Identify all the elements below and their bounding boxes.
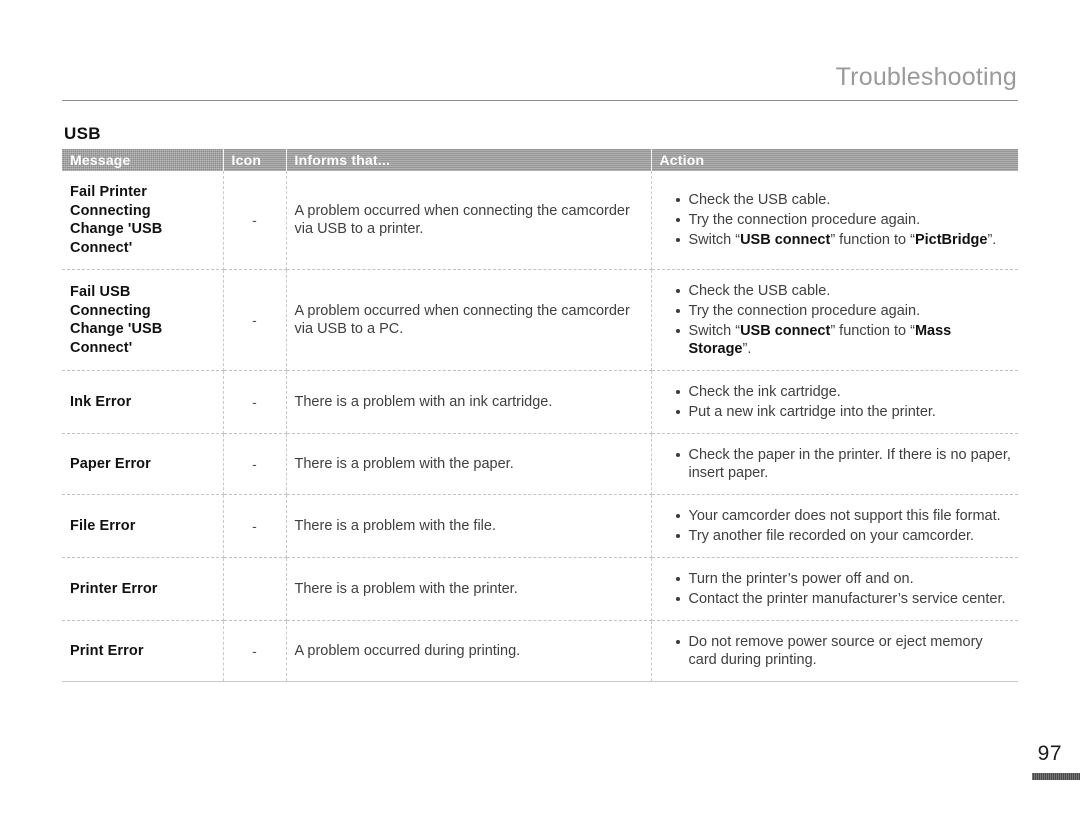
- cell-action: Check the ink cartridge. Put a new ink ca…: [651, 370, 1018, 434]
- action-item: Your camcorder does not support this fil…: [675, 507, 1013, 525]
- action-item: Contact the printer manufacturer’s servi…: [675, 590, 1013, 608]
- page-number: 97: [1037, 742, 1062, 765]
- table-row: Printer Error There is a problem with the…: [62, 557, 1018, 621]
- action-item: Try the connection procedure again.: [675, 211, 1013, 229]
- action-list: Check the USB cable. Try the connection p…: [652, 282, 1013, 358]
- cell-action: Check the USB cable. Try the connection p…: [651, 171, 1018, 270]
- action-item: Do not remove power source or eject memo…: [675, 633, 1013, 669]
- cell-informs: There is a problem with the paper.: [286, 433, 652, 495]
- cell-action: Check the paper in the printer. If there…: [651, 433, 1018, 495]
- cell-icon: -: [223, 494, 287, 558]
- cell-message: Fail USB Connecting Change 'USB Connect': [62, 269, 224, 371]
- cell-message: Paper Error: [62, 433, 224, 495]
- action-list: Check the USB cable. Try the connection p…: [652, 191, 1013, 249]
- cell-icon: -: [223, 620, 287, 682]
- column-header-icon: Icon: [223, 149, 287, 171]
- cell-informs: A problem occurred when connecting the c…: [286, 269, 652, 371]
- page-edge-marker: [1032, 773, 1080, 780]
- cell-message: Ink Error: [62, 370, 224, 434]
- action-item: Try another file recorded on your camcor…: [675, 527, 1013, 545]
- header-divider: [62, 100, 1018, 101]
- cell-icon: -: [223, 269, 287, 371]
- action-item: Check the ink cartridge.: [675, 383, 1013, 401]
- action-item: Switch “USB connect” function to “Mass S…: [675, 322, 1013, 358]
- cell-icon: -: [223, 370, 287, 434]
- action-item: Check the paper in the printer. If there…: [675, 446, 1013, 482]
- table-header: Message Icon Informs that... Action: [62, 149, 1018, 171]
- cell-message: Fail Printer Connecting Change 'USB Connect…: [62, 171, 224, 270]
- action-item: Put a new ink cartridge into the printer…: [675, 403, 1013, 421]
- action-list: Turn the printer’s power off and on. Cont…: [652, 570, 1013, 608]
- action-list: Check the paper in the printer. If there…: [652, 446, 1013, 482]
- cell-informs: There is a problem with an ink cartridge…: [286, 370, 652, 434]
- table-row: Fail USB Connecting Change 'USB Connect' - A …: [62, 269, 1018, 371]
- column-header-message: Message: [62, 149, 224, 171]
- cell-message: Printer Error: [62, 557, 224, 621]
- action-list: Do not remove power source or eject memo…: [652, 633, 1013, 669]
- usb-troubleshooting-table: Message Icon Informs that... Action Fail…: [62, 149, 1018, 682]
- page-header: Troubleshooting: [62, 62, 1018, 101]
- cell-icon: [223, 557, 287, 621]
- cell-action: Turn the printer’s power off and on. Cont…: [651, 557, 1018, 621]
- cell-informs: A problem occurred during printing.: [286, 620, 652, 682]
- cell-message: File Error: [62, 494, 224, 558]
- action-item: Turn the printer’s power off and on.: [675, 570, 1013, 588]
- table-row: File Error - There is a problem with the f…: [62, 494, 1018, 558]
- table-header-row: Message Icon Informs that... Action: [62, 149, 1018, 171]
- emphasis-text: PictBridge: [914, 232, 988, 248]
- cell-action: Do not remove power source or eject memo…: [651, 620, 1018, 682]
- table-body: Fail Printer Connecting Change 'USB Connect…: [62, 171, 1018, 682]
- table-row: Paper Error - There is a problem with the …: [62, 433, 1018, 495]
- table-row: Fail Printer Connecting Change 'USB Connect…: [62, 171, 1018, 270]
- cell-action: Check the USB cable. Try the connection p…: [651, 269, 1018, 371]
- column-header-action: Action: [651, 149, 1018, 171]
- emphasis-text: USB connect: [740, 232, 831, 248]
- section-heading-usb: USB: [64, 124, 101, 143]
- chapter-title: Troubleshooting: [835, 63, 1017, 91]
- cell-informs: There is a problem with the file.: [286, 494, 652, 558]
- action-item: Check the USB cable.: [675, 191, 1013, 209]
- action-item: Try the connection procedure again.: [675, 302, 1013, 320]
- action-list: Your camcorder does not support this fil…: [652, 507, 1013, 545]
- cell-informs: There is a problem with the printer.: [286, 557, 652, 621]
- cell-action: Your camcorder does not support this fil…: [651, 494, 1018, 558]
- column-header-informs: Informs that...: [286, 149, 652, 171]
- table-row: Ink Error - There is a problem with an ink…: [62, 370, 1018, 434]
- cell-icon: -: [223, 171, 287, 270]
- table-row: Print Error - A problem occurred during pr…: [62, 620, 1018, 682]
- action-item: Check the USB cable.: [675, 282, 1013, 300]
- action-item: Switch “USB connect” function to “PictBr…: [675, 231, 1013, 249]
- cell-informs: A problem occurred when connecting the c…: [286, 171, 652, 270]
- action-list: Check the ink cartridge. Put a new ink ca…: [652, 383, 1013, 421]
- cell-icon: -: [223, 433, 287, 495]
- emphasis-text: USB connect: [740, 323, 831, 339]
- cell-message: Print Error: [62, 620, 224, 682]
